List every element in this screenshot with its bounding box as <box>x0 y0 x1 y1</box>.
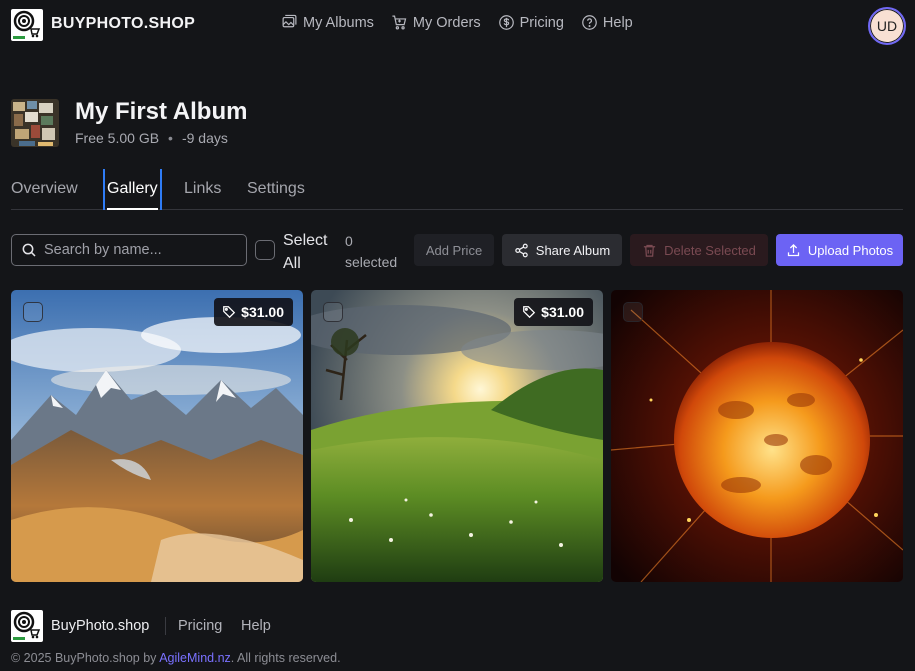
help-icon <box>582 15 597 30</box>
photo-select-checkbox[interactable] <box>23 302 43 322</box>
price-label: $31.00 <box>541 304 584 320</box>
dollar-icon <box>498 15 514 30</box>
album-cover-thumbnail <box>11 99 59 147</box>
album-plan: Free 5.00 GB <box>75 130 160 146</box>
nav-help[interactable]: Help <box>581 14 633 31</box>
footer-brand[interactable]: BuyPhoto.shop <box>51 618 149 634</box>
trash-icon <box>643 244 656 257</box>
footer-link-help[interactable]: Help <box>241 618 271 634</box>
delete-selected-button[interactable]: Delete Selected <box>630 234 768 266</box>
tab-settings[interactable]: Settings <box>247 169 305 210</box>
tab-links[interactable]: Links <box>184 169 221 210</box>
main-nav: My Albums My Orders Pricing Help <box>281 14 633 31</box>
photo-card-sun[interactable] <box>611 290 903 582</box>
upload-photos-label: Upload Photos <box>807 242 894 258</box>
albums-icon <box>282 14 297 28</box>
album-tabs: Overview Gallery Links Settings <box>11 169 903 210</box>
share-icon <box>515 243 528 257</box>
copyright-prefix: © 2025 BuyPhoto.shop by <box>11 651 160 665</box>
tag-icon <box>223 306 236 319</box>
album-meta: Free 5.00 GB • -9 days <box>75 130 228 146</box>
tag-icon <box>523 306 536 319</box>
meta-separator: • <box>168 130 173 146</box>
footer-link-pricing[interactable]: Pricing <box>178 618 222 634</box>
copyright-text: © 2025 BuyPhoto.shop by AgileMind.nz. Al… <box>11 651 341 665</box>
grassy-hills-photo <box>311 290 603 582</box>
select-all-label[interactable]: Select All <box>283 229 333 275</box>
price-badge: $31.00 <box>214 298 293 326</box>
album-expiry: -9 days <box>181 130 228 146</box>
nav-label: Help <box>602 14 633 31</box>
select-all-checkbox[interactable] <box>255 240 275 260</box>
nav-my-orders[interactable]: My Orders <box>391 14 481 31</box>
agilemind-link[interactable]: AgileMind.nz <box>159 651 231 665</box>
user-avatar[interactable]: UD <box>868 7 906 45</box>
cart-icon <box>392 15 407 30</box>
photo-select-checkbox[interactable] <box>323 302 343 322</box>
nav-label: My Orders <box>412 14 481 31</box>
mountains-photo <box>11 290 303 582</box>
nav-label: Pricing <box>519 14 564 31</box>
share-album-label: Share Album <box>535 242 611 258</box>
tab-overview[interactable]: Overview <box>11 169 78 210</box>
nav-label: My Albums <box>303 14 374 31</box>
sun-photo <box>611 290 903 582</box>
album-title: My First Album <box>75 98 248 125</box>
top-header: BUYPHOTO.SHOP My Albums My Orders Pricin… <box>0 0 915 50</box>
search-input[interactable] <box>44 242 234 258</box>
tab-gallery[interactable]: Gallery <box>103 169 162 210</box>
price-badge: $31.00 <box>514 298 593 326</box>
price-label: $31.00 <box>241 304 284 320</box>
search-icon <box>22 243 36 257</box>
delete-selected-label: Delete Selected <box>664 242 756 258</box>
selected-count: 0 selected <box>345 233 398 270</box>
add-price-label: Add Price <box>425 242 483 258</box>
footer-logo-icon[interactable] <box>11 610 43 642</box>
photo-card-grassy-hills[interactable]: $31.00 <box>311 290 603 582</box>
upload-icon <box>787 243 799 256</box>
copyright-suffix: . All rights reserved. <box>230 651 341 665</box>
nav-my-albums[interactable]: My Albums <box>281 14 374 31</box>
search-field[interactable] <box>11 234 247 266</box>
logo-icon[interactable] <box>11 9 43 41</box>
photo-card-mountains[interactable]: $31.00 <box>11 290 303 582</box>
nav-pricing[interactable]: Pricing <box>498 14 564 31</box>
share-album-button[interactable]: Share Album <box>502 234 622 266</box>
brand-name[interactable]: BUYPHOTO.SHOP <box>51 15 195 33</box>
upload-photos-button[interactable]: Upload Photos <box>776 234 903 266</box>
footer-divider <box>165 617 166 635</box>
photo-select-checkbox[interactable] <box>623 302 643 322</box>
add-price-button[interactable]: Add Price <box>414 234 494 266</box>
